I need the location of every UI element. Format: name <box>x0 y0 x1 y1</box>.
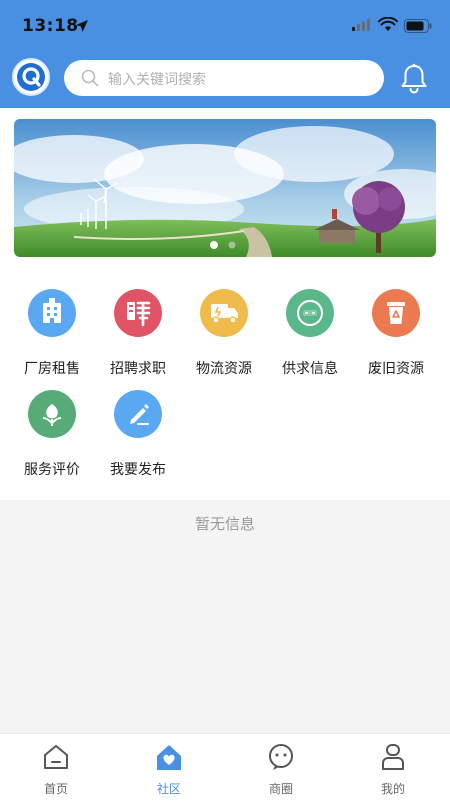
category-label: 招聘求职 <box>110 361 166 377</box>
category-waste[interactable]: 废旧资源 <box>353 289 439 378</box>
tab-label: 商圈 <box>268 782 293 796</box>
category-label: 我要发布 <box>110 462 166 478</box>
community-heart-icon <box>157 745 181 770</box>
home-icon <box>44 745 68 769</box>
truck-icon <box>200 289 248 337</box>
search-placeholder: 输入关键词搜索 <box>108 72 206 88</box>
tab-label: 社区 <box>156 782 181 796</box>
tab-business-circle[interactable]: 商圈 <box>241 742 321 797</box>
edit-pencil-icon <box>114 390 162 438</box>
empty-state-text: 暂无信息 <box>194 515 255 533</box>
tab-label: 我的 <box>380 782 405 796</box>
supply-demand-icon <box>286 289 334 337</box>
wifi-icon <box>378 17 398 31</box>
tab-home[interactable]: 首页 <box>16 742 96 797</box>
banner-pagination <box>210 235 240 254</box>
search-bar[interactable]: 输入关键词搜索 <box>64 60 384 96</box>
user-profile-icon <box>382 744 404 770</box>
tab-label: 首页 <box>43 782 68 796</box>
battery-icon <box>404 19 432 33</box>
category-label: 服务评价 <box>24 462 80 478</box>
building-icon <box>28 289 76 337</box>
recycle-bin-icon <box>372 289 420 337</box>
category-supply-demand[interactable]: 供求信息 <box>267 289 353 378</box>
category-service-review[interactable]: 服务评价 <box>9 390 95 479</box>
category-recruitment[interactable]: 招聘求职 <box>95 289 181 378</box>
recruit-icon <box>114 289 162 337</box>
category-label: 供求信息 <box>282 361 338 377</box>
chat-bubble-icon <box>269 744 293 770</box>
tab-community[interactable]: 社区 <box>129 742 209 797</box>
category-publish[interactable]: 我要发布 <box>95 390 181 479</box>
tab-mine[interactable]: 我的 <box>353 742 433 797</box>
category-label: 物流资源 <box>196 361 252 377</box>
status-time: 13:18 <box>22 16 79 36</box>
location-arrow-icon <box>76 20 88 32</box>
app-logo-icon[interactable] <box>12 58 50 96</box>
category-logistics[interactable]: 物流资源 <box>181 289 267 378</box>
category-label: 废旧资源 <box>368 361 424 377</box>
flower-icon <box>28 390 76 438</box>
category-label: 厂房租售 <box>24 361 80 377</box>
bottom-tab-bar: 首页 社区 商圈 我的 <box>0 733 450 801</box>
status-bar: 13:18 <box>0 0 450 52</box>
cellular-signal-icon <box>352 19 370 31</box>
category-factory-rent[interactable]: 厂房租售 <box>9 289 95 378</box>
search-icon <box>81 69 99 87</box>
bell-icon[interactable] <box>399 62 429 94</box>
